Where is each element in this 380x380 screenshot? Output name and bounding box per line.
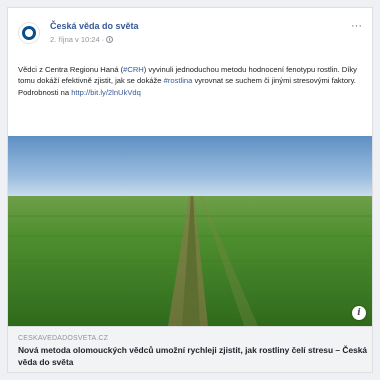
globe-icon <box>106 36 114 43</box>
link-preview-image[interactable]: i <box>8 136 372 326</box>
post-text-part: Vědci z Centra Regionu Haná ( <box>18 65 124 74</box>
more-options-icon[interactable]: ··· <box>351 20 362 32</box>
hashtag-link[interactable]: #CRH <box>123 65 144 74</box>
info-icon[interactable]: i <box>352 306 366 320</box>
page-name-link[interactable]: Česká věda do světa <box>50 21 139 31</box>
post-url-link[interactable]: http://bit.ly/2lnUkVdq <box>71 88 141 97</box>
post-meta: 2. října v 10:24 · <box>50 35 114 44</box>
link-domain: CESKAVEDADOSVETA.CZ <box>18 335 109 342</box>
post-timestamp[interactable]: 2. října v 10:24 <box>50 35 100 44</box>
link-headline[interactable]: Nová metoda olomouckých vědců umožní ryc… <box>18 345 368 368</box>
post-text: Vědci z Centra Regionu Haná (#CRH) vyvin… <box>18 64 368 98</box>
page-avatar[interactable] <box>18 22 40 44</box>
link-preview-box[interactable]: CESKAVEDADOSVETA.CZ Nová metoda olomouck… <box>8 326 372 372</box>
field-photo <box>8 136 372 326</box>
post-header: Česká věda do světa 2. října v 10:24 · ·… <box>8 8 372 52</box>
facebook-post-card: Česká věda do světa 2. října v 10:24 · ·… <box>7 7 373 373</box>
page-logo-icon <box>22 26 36 40</box>
meta-separator: · <box>101 35 105 44</box>
hashtag-link[interactable]: #rostlina <box>164 76 193 85</box>
